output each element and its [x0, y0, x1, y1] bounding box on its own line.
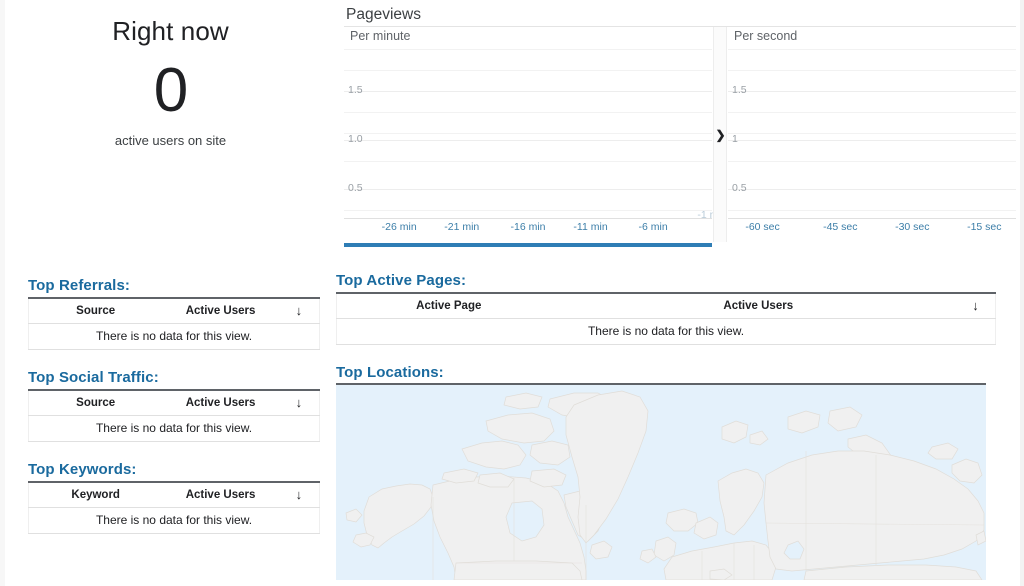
top-keywords-title: Top Keywords: [28, 461, 320, 481]
per-second-plot-area: 1.5 1 0.5 -60 sec -45 sec -30 sec -15 se… [728, 49, 1016, 219]
left-column: Right now 0 active users on site Top Ref… [5, 0, 336, 586]
y-tick-label-0-5: 0.5 [732, 183, 747, 194]
right-now-title: Right now [5, 14, 336, 48]
column-header-active-users[interactable]: Active Users [162, 298, 278, 323]
top-keywords-block: Top Keywords: Keyword Active Users ↓ The… [28, 461, 320, 534]
top-referrals-block: Top Referrals: Source Active Users ↓ The… [28, 277, 320, 350]
x-tick-label: -6 min [639, 220, 668, 234]
y-tick-label-0-5: 0.5 [348, 183, 363, 194]
per-second-label: Per second [734, 28, 797, 45]
top-social-traffic-table: Source Active Users ↓ There is no data f… [28, 389, 320, 442]
gridline [728, 161, 1016, 162]
column-header-active-users[interactable]: Active Users [162, 390, 278, 415]
pageviews-panel: Pageviews Per minute 1.5 1.0 0.5 [336, 0, 1020, 252]
table-header-row: Source Active Users ↓ [29, 298, 320, 323]
top-locations-block: Top Locations: [336, 364, 996, 580]
x-tick-label: -60 sec [745, 220, 779, 234]
column-header-active-page[interactable]: Active Page [337, 293, 561, 318]
top-referrals-title: Top Referrals: [28, 277, 320, 297]
gridline [344, 161, 712, 162]
table-row: There is no data for this view. [29, 323, 320, 349]
empty-state-message: There is no data for this view. [337, 318, 996, 344]
per-minute-plot-area: 1.5 1.0 0.5 -26 min -21 min -16 min -11 … [344, 49, 712, 219]
top-referrals-table: Source Active Users ↓ There is no data f… [28, 297, 320, 350]
x-tick-label: -16 min [510, 220, 545, 234]
y-tick-label-1-0: 1.0 [348, 134, 363, 145]
per-second-x-axis-labels: -60 sec -45 sec -30 sec -15 sec [728, 220, 1016, 236]
gridline [344, 112, 712, 113]
gridline [344, 133, 712, 134]
empty-state-message: There is no data for this view. [29, 507, 320, 533]
top-active-pages-title: Top Active Pages: [336, 272, 996, 292]
column-header-keyword[interactable]: Keyword [29, 482, 163, 507]
per-minute-chart: Per minute 1.5 1.0 0.5 -26 [344, 27, 712, 242]
column-header-active-users[interactable]: Active Users [162, 482, 278, 507]
table-header-row: Keyword Active Users ↓ [29, 482, 320, 507]
column-header-source[interactable]: Source [29, 390, 163, 415]
x-tick-label: -11 min [573, 220, 607, 234]
realtime-dashboard: Right now 0 active users on site Top Ref… [0, 0, 1024, 586]
empty-state-message: There is no data for this view. [29, 415, 320, 441]
main-column: Pageviews Per minute 1.5 1.0 0.5 [336, 0, 1020, 586]
y-tick-label-1-5: 1.5 [348, 85, 363, 96]
world-map-svg [336, 385, 986, 580]
right-edge-strip [1020, 0, 1024, 586]
table-header-row: Source Active Users ↓ [29, 390, 320, 415]
table-row: There is no data for this view. [29, 507, 320, 533]
gridline-1-5 [344, 91, 712, 92]
gridline [344, 70, 712, 71]
top-keywords-table: Keyword Active Users ↓ There is no data … [28, 481, 320, 534]
sort-descending-icon[interactable]: ↓ [279, 298, 320, 323]
x-axis-line [728, 218, 1016, 219]
column-header-source[interactable]: Source [29, 298, 163, 323]
gridline [344, 49, 712, 50]
gridline [728, 133, 1016, 134]
top-social-traffic-title: Top Social Traffic: [28, 369, 320, 389]
per-second-chart: Per second 1.5 1 0.5 -60 se [728, 27, 1016, 242]
chevron-right-icon[interactable]: ❯ [715, 128, 726, 142]
column-header-active-users[interactable]: Active Users [561, 293, 956, 318]
world-map[interactable] [336, 385, 986, 580]
gridline-0-5 [728, 189, 1016, 190]
x-tick-label: -26 min [382, 220, 417, 234]
x-tick-label: -30 sec [895, 220, 929, 234]
y-tick-label-1-5: 1.5 [732, 85, 747, 96]
top-social-traffic-block: Top Social Traffic: Source Active Users … [28, 369, 320, 442]
gridline [728, 112, 1016, 113]
per-minute-x-axis-labels: -26 min -21 min -16 min -11 min -6 min -… [344, 220, 712, 236]
gridline-0-5 [344, 189, 712, 190]
x-axis-line [344, 218, 712, 219]
empty-state-message: There is no data for this view. [29, 323, 320, 349]
top-active-pages-block: Top Active Pages: Active Page Active Use… [336, 272, 996, 345]
gridline [728, 210, 1016, 211]
sort-descending-icon[interactable]: ↓ [279, 390, 320, 415]
gridline-1-0 [344, 140, 712, 141]
sort-descending-icon[interactable]: ↓ [956, 293, 996, 318]
active-users-count: 0 [5, 54, 336, 128]
x-tick-label: -45 sec [823, 220, 857, 234]
x-tick-label: -21 min [444, 220, 479, 234]
x-tick-label: -15 sec [967, 220, 1001, 234]
gridline [728, 70, 1016, 71]
gridline [728, 49, 1016, 50]
gridline-1 [728, 140, 1016, 141]
table-row: There is no data for this view. [337, 318, 996, 344]
sort-descending-icon[interactable]: ↓ [279, 482, 320, 507]
top-active-pages-table: Active Page Active Users ↓ There is no d… [336, 292, 996, 345]
per-minute-label: Per minute [350, 28, 410, 45]
pageviews-title: Pageviews [346, 5, 421, 25]
realtime-progress-bar [344, 243, 712, 247]
right-now-widget: Right now 0 active users on site [5, 14, 336, 150]
top-locations-title: Top Locations: [336, 364, 986, 385]
y-tick-label-1: 1 [732, 134, 738, 145]
active-users-caption: active users on site [5, 132, 336, 150]
gridline [344, 210, 712, 211]
table-header-row: Active Page Active Users ↓ [337, 293, 996, 318]
gridline-1-5 [728, 91, 1016, 92]
table-row: There is no data for this view. [29, 415, 320, 441]
